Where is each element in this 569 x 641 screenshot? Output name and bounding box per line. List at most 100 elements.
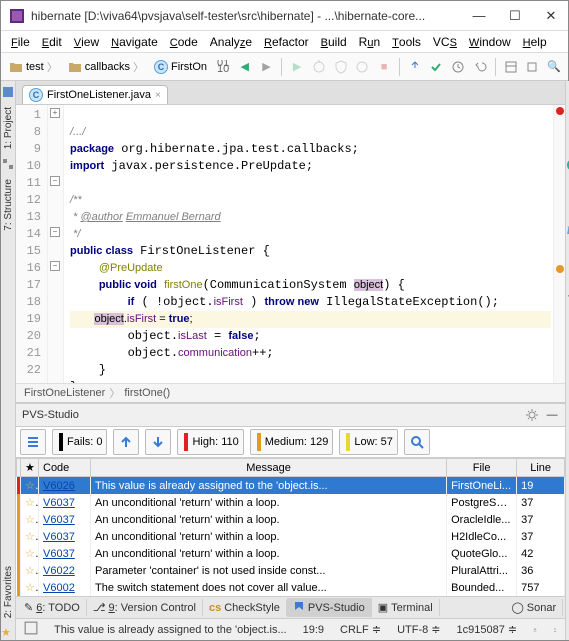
favorites-tool-icon[interactable]: ★ <box>1 626 15 640</box>
fold-minus-icon[interactable]: − <box>50 176 60 186</box>
code-link[interactable]: V6037 <box>43 531 75 543</box>
low-filter-button[interactable]: Low: 57 <box>339 429 398 455</box>
star-icon[interactable]: ☆ <box>25 531 39 543</box>
table-row[interactable]: ☆ V6002 The switch statement does not co… <box>17 579 565 596</box>
editor-tab-firstonelistener[interactable]: C FirstOneListener.java × <box>22 85 168 104</box>
col-message[interactable]: Message <box>91 459 447 477</box>
nav-crumb-callbacks[interactable]: callbacks 〉 <box>64 59 148 75</box>
warning-marker-icon[interactable] <box>556 265 564 273</box>
vcs-revert-icon[interactable] <box>470 56 490 78</box>
binary-icon[interactable]: 0110 <box>213 56 233 78</box>
table-row[interactable]: ☆ V6037 An unconditional 'return' within… <box>17 528 565 545</box>
nav-forward-button[interactable]: ▶ <box>257 56 277 78</box>
menu-window[interactable]: Window <box>463 33 517 51</box>
code-link[interactable]: V6037 <box>43 514 75 526</box>
tool-project[interactable]: 1: Project <box>2 101 15 155</box>
editor-area[interactable]: 18910111213141516171819202122 + − − − /.… <box>16 105 565 383</box>
status-encoding[interactable]: UTF-8 ≑ <box>393 623 444 636</box>
settings-icon[interactable] <box>522 56 542 78</box>
code-area[interactable]: /.../ package org.hibernate.jpa.test.cal… <box>64 105 553 383</box>
menu-help[interactable]: Help <box>517 33 553 51</box>
status-position[interactable]: 19:9 <box>299 624 328 636</box>
menu-view[interactable]: View <box>68 33 105 51</box>
error-stripe[interactable] <box>553 105 565 383</box>
col-file[interactable]: File <box>447 459 517 477</box>
next-button[interactable] <box>145 429 171 455</box>
fails-button[interactable]: Fails: 0 <box>52 429 107 455</box>
tab-pvs-studio[interactable]: PVS-Studio <box>287 598 372 617</box>
structure-tool-icon[interactable] <box>1 157 15 171</box>
medium-filter-button[interactable]: Medium: 129 <box>250 429 334 455</box>
coverage-button[interactable] <box>331 56 351 78</box>
close-button[interactable]: ✕ <box>542 7 560 25</box>
vcs-history-icon[interactable] <box>448 56 468 78</box>
breadcrumb-class[interactable]: FirstOneListener <box>24 387 105 399</box>
menu-refactor[interactable]: Refactor <box>258 33 315 51</box>
fold-minus-icon[interactable]: − <box>50 227 60 237</box>
star-icon[interactable]: ☆ <box>25 582 39 594</box>
tab-version-control[interactable]: ⎇9: Version Control <box>87 599 203 616</box>
col-code[interactable]: Code <box>39 459 91 477</box>
project-tool-icon[interactable] <box>1 85 15 99</box>
error-marker-icon[interactable] <box>556 107 564 115</box>
menu-tools[interactable]: Tools <box>386 33 427 51</box>
code-link[interactable]: V6022 <box>43 565 75 577</box>
search-button[interactable] <box>404 429 430 455</box>
maximize-button[interactable]: ☐ <box>506 7 524 25</box>
code-link[interactable]: V6002 <box>43 582 75 594</box>
vcs-commit-icon[interactable] <box>427 56 447 78</box>
star-icon[interactable]: ☆ <box>25 480 39 492</box>
col-line[interactable]: Line <box>517 459 565 477</box>
star-icon[interactable]: ☆ <box>25 514 39 526</box>
menu-code[interactable]: Code <box>164 33 204 51</box>
tab-todo[interactable]: ✎6: TODO <box>18 599 87 616</box>
status-icon[interactable] <box>20 621 42 638</box>
menu-navigate[interactable]: Navigate <box>105 33 164 51</box>
tool-structure[interactable]: 7: Structure <box>2 173 15 237</box>
fold-minus-icon[interactable]: − <box>50 261 60 271</box>
code-link[interactable]: V6037 <box>43 497 75 509</box>
tool-favorites[interactable]: 2: Favorites <box>2 560 15 624</box>
run-button[interactable]: ▶ <box>287 56 307 78</box>
col-star[interactable]: ★ <box>21 459 39 477</box>
gear-icon[interactable] <box>525 408 539 422</box>
status-context[interactable]: 1c915087 ≑ <box>453 623 522 636</box>
breadcrumb-method[interactable]: firstOne() <box>124 387 170 399</box>
prev-button[interactable] <box>113 429 139 455</box>
search-icon[interactable]: 🔍 <box>544 56 564 78</box>
table-row[interactable]: ☆ V6037 An unconditional 'return' within… <box>17 511 565 528</box>
close-icon[interactable]: × <box>155 90 161 101</box>
profile-button[interactable] <box>352 56 372 78</box>
pvs-table[interactable]: ★ Code Message File Line ☆ V6026 This va… <box>16 458 565 596</box>
menu-analyze[interactable]: Analyze <box>204 33 258 51</box>
high-filter-button[interactable]: High: 110 <box>177 429 243 455</box>
menu-edit[interactable]: Edit <box>36 33 68 51</box>
star-icon[interactable]: ☆ <box>25 497 39 509</box>
menu-file[interactable]: File <box>5 33 36 51</box>
table-row[interactable]: ☆ V6026 This value is already assigned t… <box>17 477 565 495</box>
fold-plus-icon[interactable]: + <box>50 108 60 118</box>
tab-sonar[interactable]: ◯Sonar <box>505 599 563 616</box>
menu-build[interactable]: Build <box>315 33 353 51</box>
code-link[interactable]: V6037 <box>43 548 75 560</box>
table-row[interactable]: ☆ V6037 An unconditional 'return' within… <box>17 545 565 562</box>
nav-crumb-test[interactable]: test 〉 <box>5 59 62 75</box>
lock-icon[interactable] <box>529 624 541 636</box>
star-icon[interactable]: ☆ <box>25 565 39 577</box>
minimize-button[interactable]: — <box>470 7 488 25</box>
status-eol[interactable]: CRLF ≑ <box>336 623 385 636</box>
code-link[interactable]: V6026 <box>43 480 75 492</box>
nav-back-button[interactable]: ◀ <box>235 56 255 78</box>
tab-terminal[interactable]: ▣Terminal <box>372 599 440 616</box>
table-row[interactable]: ☆ V6037 An unconditional 'return' within… <box>17 494 565 511</box>
menu-button[interactable] <box>20 429 46 455</box>
project-structure-icon[interactable] <box>501 56 521 78</box>
nav-crumb-class[interactable]: C FirstOn <box>150 60 211 74</box>
debug-button[interactable] <box>309 56 329 78</box>
table-row[interactable]: ☆ V6022 Parameter 'container' is not use… <box>17 562 565 579</box>
star-icon[interactable]: ☆ <box>25 548 39 560</box>
stop-button[interactable]: ■ <box>374 56 394 78</box>
tab-checkstyle[interactable]: csCheckStyle <box>203 600 287 616</box>
menu-vcs[interactable]: VCS <box>427 33 463 51</box>
hide-icon[interactable]: — <box>545 408 559 422</box>
